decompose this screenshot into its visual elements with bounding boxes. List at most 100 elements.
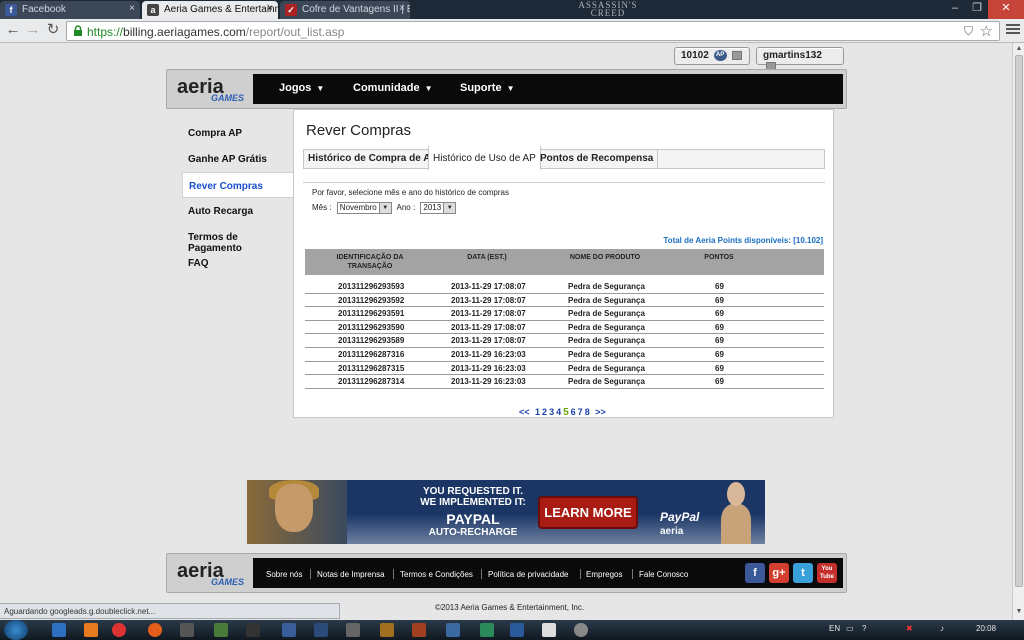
dropdown-square-icon <box>732 51 743 60</box>
pager-next[interactable]: >> <box>595 407 606 417</box>
url-text: https://billing.aeriagames.com/report/ou… <box>87 25 344 39</box>
firefox-icon[interactable] <box>148 623 162 637</box>
ie-icon[interactable] <box>52 623 66 637</box>
footer-link-privacidade[interactable]: Política de privacidade <box>488 570 569 579</box>
learn-more-button[interactable]: LEARN MORE <box>538 496 638 529</box>
footer-link-imprensa[interactable]: Notas de Imprensa <box>317 570 385 579</box>
chevron-down-icon: ▼ <box>443 203 456 213</box>
app-icon[interactable] <box>214 623 228 637</box>
scroll-thumb[interactable] <box>1015 55 1023 587</box>
google-plus-icon[interactable]: g+ <box>769 563 789 583</box>
back-arrow-icon[interactable]: ← <box>4 22 22 40</box>
nav-item-suporte[interactable]: Suporte ▼ <box>460 82 514 94</box>
sidebar-item-rever-compras[interactable]: Rever Compras <box>182 172 294 198</box>
cell-product: Pedra de Segurança <box>568 322 645 332</box>
account-points-box[interactable]: 10102 AP <box>674 47 750 65</box>
browser-tab-facebook[interactable]: f Facebook × <box>0 1 140 19</box>
logo-subtext: GAMES <box>211 577 245 587</box>
maximize-icon[interactable]: ❐ <box>966 0 988 19</box>
app-icon[interactable] <box>180 623 194 637</box>
month-select[interactable]: Novembro ▼ <box>336 202 392 214</box>
pager-page[interactable]: 5 <box>563 407 569 418</box>
start-button-icon[interactable] <box>4 620 28 640</box>
twitter-icon[interactable]: t <box>793 563 813 583</box>
facebook-icon[interactable]: f <box>745 563 765 583</box>
bookmark-star-icon[interactable]: ☆ <box>980 22 993 40</box>
aeria-logo[interactable]: aeria GAMES <box>177 76 257 104</box>
sidebar-item-auto-recarga[interactable]: Auto Recarga <box>182 198 294 224</box>
aeria-footer-logo[interactable]: aeria GAMES <box>177 560 257 588</box>
forward-arrow-icon[interactable]: → <box>24 22 42 40</box>
pager-prev[interactable]: << <box>519 407 530 417</box>
warrior-face <box>275 484 313 532</box>
sidebar-item-ganhe-ap[interactable]: Ganhe AP Grátis <box>182 146 294 172</box>
keyboard-icon[interactable]: ▭ <box>846 624 854 633</box>
tab-uso-ap[interactable]: Histórico de Uso de AP <box>428 146 541 170</box>
menu-icon[interactable] <box>1006 22 1020 36</box>
pager-page[interactable]: 4 <box>556 407 561 417</box>
tab-pontos-recompensa[interactable]: Pontos de Recompensa <box>536 150 659 169</box>
footer-link-sobre[interactable]: Sobre nós <box>266 570 302 579</box>
sidebar-item-termos[interactable]: Termos de Pagamento <box>182 224 294 254</box>
browser-tab-strip: f Facebook × a Aeria Games & Entertainme… <box>0 0 1024 19</box>
browser-tab-aeria[interactable]: a Aeria Games & Entertainme × <box>142 1 278 19</box>
cell-product: Pedra de Segurança <box>568 282 645 291</box>
app-icon[interactable] <box>574 623 588 637</box>
browser-tab-cofre[interactable]: ✓ Cofre de Vantagens II | Edi × <box>280 1 410 19</box>
app-icon[interactable] <box>380 623 394 637</box>
footer-link-contato[interactable]: Fale Conosco <box>639 570 688 579</box>
language-indicator[interactable]: EN <box>829 624 840 633</box>
woman-face <box>727 482 745 506</box>
close-icon[interactable]: × <box>129 3 135 14</box>
cell-product: Pedra de Segurança <box>568 377 645 387</box>
tab-label: Facebook <box>22 4 66 15</box>
url-input[interactable]: https://billing.aeriagames.com/report/ou… <box>66 21 1000 41</box>
app-icon[interactable] <box>346 623 360 637</box>
page-scrollbar[interactable]: ▲ ▼ <box>1012 43 1024 620</box>
app-icon[interactable] <box>510 623 524 637</box>
account-user-box[interactable]: gmartins132 <box>756 47 844 71</box>
nav-item-jogos[interactable]: Jogos ▼ <box>279 82 324 94</box>
sidebar-item-compra-ap[interactable]: Compra AP <box>182 120 294 146</box>
help-icon[interactable]: ? <box>862 624 866 633</box>
filter-prompt: Por favor, selecione mês e ano do histór… <box>312 188 509 197</box>
close-icon[interactable]: × <box>267 3 273 14</box>
app-icon[interactable] <box>246 623 260 637</box>
shield-icon[interactable]: ⛉ <box>964 24 973 39</box>
pager-page[interactable]: 8 <box>585 407 590 417</box>
app-icon[interactable] <box>314 623 328 637</box>
tab-compra-ap[interactable]: Histórico de Compra de AP <box>304 150 443 169</box>
app-icon[interactable] <box>542 623 556 637</box>
scroll-up-icon[interactable]: ▲ <box>1014 45 1024 55</box>
volume-icon[interactable]: ♪ <box>940 624 944 633</box>
pager-pages: 12345678 <box>534 407 591 418</box>
cell-date: 2013-11-29 16:23:03 <box>451 349 526 359</box>
network-icon[interactable]: ✖ <box>906 624 913 633</box>
footer-link-termos[interactable]: Termos e Condições <box>400 570 473 579</box>
pager-page[interactable]: 6 <box>571 407 576 417</box>
banner-line1b: WE IMPLEMENTED IT: <box>420 497 526 508</box>
close-icon[interactable]: × <box>399 3 405 14</box>
pager-page[interactable]: 1 <box>535 407 540 417</box>
chrome-icon[interactable] <box>112 623 126 637</box>
nav-item-comunidade[interactable]: Comunidade ▼ <box>353 82 433 94</box>
pager-page[interactable]: 7 <box>578 407 583 417</box>
cell-date: 2013-11-29 17:08:07 <box>451 322 526 332</box>
app-icon[interactable] <box>446 623 460 637</box>
pager-page[interactable]: 2 <box>542 407 547 417</box>
year-select[interactable]: 2013 ▼ <box>420 202 457 214</box>
clock[interactable]: 20:08 <box>976 624 996 633</box>
footer-link-empregos[interactable]: Empregos <box>586 570 622 579</box>
media-player-icon[interactable] <box>84 623 98 637</box>
pager-page[interactable]: 3 <box>549 407 554 417</box>
app-icon[interactable] <box>282 623 296 637</box>
app-icon[interactable] <box>412 623 426 637</box>
scroll-down-icon[interactable]: ▼ <box>1014 608 1024 618</box>
app-icon[interactable] <box>480 623 494 637</box>
minimize-icon[interactable]: – <box>944 0 966 19</box>
col-header-product: NOME DO PRODUTO <box>569 254 641 261</box>
paypal-ad-banner[interactable]: YOU REQUESTED IT. WE IMPLEMENTED IT: PAYP… <box>247 480 765 544</box>
youtube-icon[interactable]: You Tube <box>817 563 837 583</box>
reload-icon[interactable]: ↻ <box>44 22 62 40</box>
window-close-icon[interactable]: ✕ <box>988 0 1024 19</box>
